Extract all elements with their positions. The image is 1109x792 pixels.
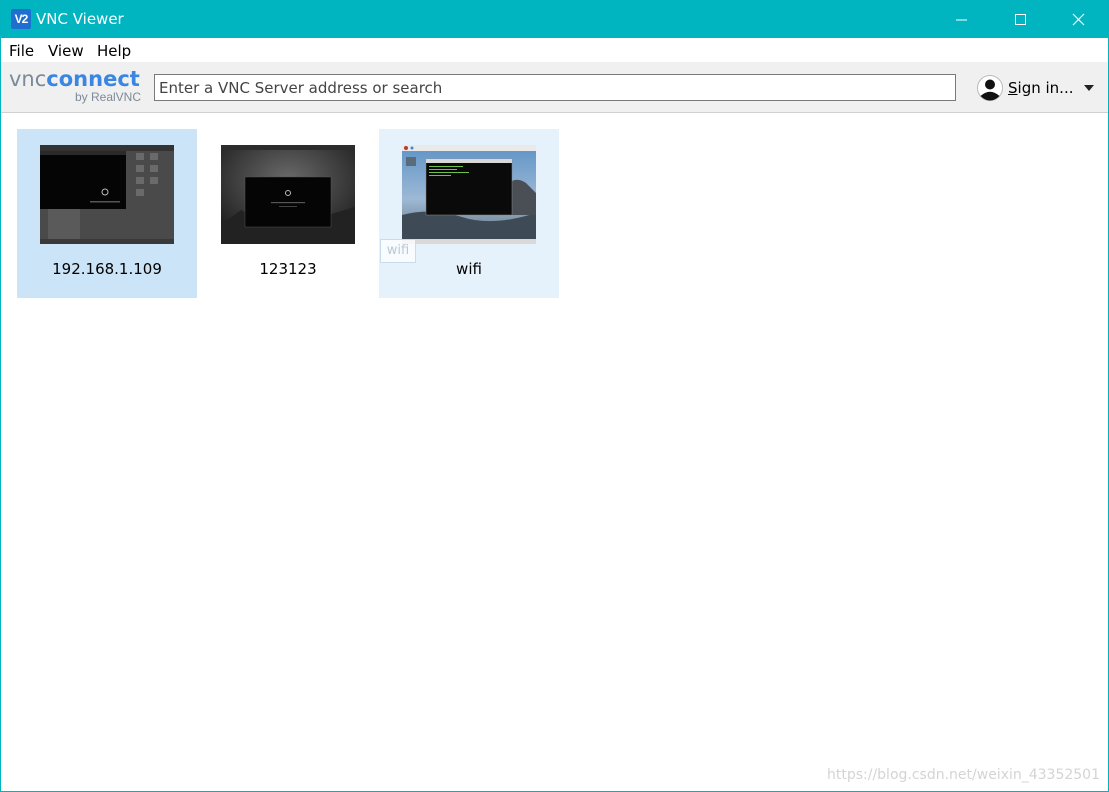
maximize-button[interactable]	[991, 1, 1049, 38]
search-input[interactable]	[155, 75, 949, 100]
search-box[interactable]	[154, 74, 956, 101]
vnc-connect-logo: vncconnect by RealVNC	[9, 68, 144, 106]
desktop-preview-image	[402, 145, 536, 244]
connection-name: 123123	[259, 260, 317, 278]
sign-in-label: Sign in...	[1008, 79, 1073, 97]
close-button[interactable]	[1049, 1, 1107, 38]
logo-connect-text: connect	[46, 67, 140, 91]
toolbar: vncconnect by RealVNC Sign in...	[1, 62, 1108, 113]
desktop-preview-image	[221, 145, 355, 244]
connection-tile[interactable]: 123123	[198, 129, 378, 298]
drag-ghost-label: wifi	[380, 239, 416, 263]
minimize-button[interactable]	[934, 1, 992, 38]
user-avatar-icon	[977, 75, 1003, 101]
logo-vnc-text: vnc	[9, 67, 47, 91]
logo-wordmark: vncconnect	[9, 68, 140, 90]
menu-file[interactable]: File	[9, 42, 34, 60]
sign-in-accesskey: S	[1008, 79, 1018, 97]
connection-name: 192.168.1.109	[52, 260, 162, 278]
address-book: 192.168.1.109 123123 wifi wifi https://b…	[1, 113, 1108, 791]
connection-tile[interactable]: wifi wifi	[379, 129, 559, 298]
maximize-icon	[1015, 14, 1026, 25]
title-bar[interactable]: V2 VNC Viewer	[1, 1, 1108, 38]
connection-thumbnail	[221, 145, 355, 244]
connection-thumbnail	[402, 145, 536, 244]
sign-in-button[interactable]: Sign in...	[977, 74, 1101, 102]
menu-bar: File View Help	[1, 38, 1108, 62]
watermark-text: https://blog.csdn.net/weixin_43352501	[826, 767, 1100, 783]
vnc-app-icon: V2	[11, 9, 31, 29]
sign-in-text: ign in...	[1017, 79, 1074, 97]
window-title: VNC Viewer	[36, 10, 124, 28]
chevron-down-icon[interactable]	[1084, 85, 1094, 91]
connection-thumbnail	[40, 145, 174, 244]
menu-view[interactable]: View	[48, 42, 84, 60]
menu-help[interactable]: Help	[97, 42, 131, 60]
desktop-preview-image	[40, 145, 174, 244]
logo-byline: by RealVNC	[74, 90, 141, 104]
minimize-icon	[956, 19, 967, 21]
connection-tile[interactable]: 192.168.1.109	[17, 129, 197, 298]
vnc-viewer-window: V2 VNC Viewer File View Help vncconnect …	[0, 0, 1109, 792]
close-icon	[1072, 13, 1085, 26]
